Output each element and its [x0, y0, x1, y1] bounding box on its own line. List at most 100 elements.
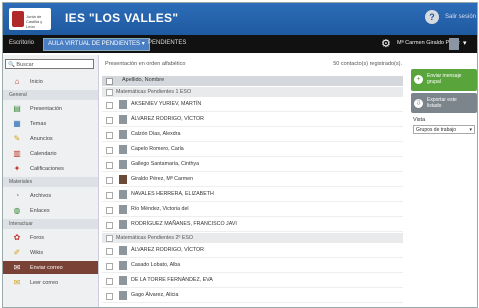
foros-icon: ✿: [13, 233, 21, 242]
sidebar-section-header: Interactuar: [3, 219, 98, 229]
sidebar-item-leer-correo[interactable]: ✉ Leer correo: [3, 276, 98, 289]
sidebar-item-label: Temas: [30, 120, 47, 127]
avatar: [119, 190, 127, 199]
chevron-down-icon[interactable]: ▾: [463, 39, 467, 47]
row-checkbox[interactable]: [106, 207, 113, 214]
logout-link[interactable]: Salir sesión: [445, 14, 476, 20]
site-title: IES "LOS VALLES": [65, 11, 179, 25]
sidebar-item-presentacion[interactable]: ▤ Presentación: [3, 102, 98, 115]
sidebar-item-calendario[interactable]: ▥ Calendario: [3, 147, 98, 160]
top-header: Junta de Castilla y León IES "LOS VALLES…: [3, 3, 477, 35]
contact-name: Calzón Días, Alexdra: [131, 131, 181, 137]
avatar: [119, 130, 127, 139]
table-row[interactable]: Gallego Santamaría, Cinthya: [102, 158, 403, 172]
help-icon[interactable]: ?: [425, 10, 439, 24]
view-select[interactable]: Grupos de trabajo ▾: [413, 125, 475, 134]
export-list-button[interactable]: ⇩ Exportar este listado: [411, 93, 477, 113]
sidebar-item-label: Enlaces: [30, 207, 50, 214]
sidebar-item-wikis[interactable]: ✐ Wikis: [3, 246, 98, 259]
app-frame: Junta de Castilla y León IES "LOS VALLES…: [2, 2, 478, 308]
gear-icon[interactable]: ⚙: [381, 37, 391, 50]
table-row[interactable]: AKSENIEV YURIEV, MARTÍN: [102, 98, 403, 112]
name-column-header[interactable]: Apellido, Nombre: [122, 77, 164, 83]
jcyl-logo: Junta de Castilla y León: [9, 8, 51, 30]
logo-line-2: Castilla y León: [26, 19, 43, 29]
contact-name: Giraldo Pérez, Mª Carmen: [131, 176, 194, 182]
sidebar-section-header: General: [3, 90, 98, 100]
search-placeholder: Buscar: [16, 62, 34, 68]
contact-name: Capelo Romero, Carla: [131, 146, 184, 152]
wikis-icon: ✐: [13, 248, 21, 257]
avatar: [119, 261, 127, 270]
send-group-label: Enviar mensaje grupal: [427, 73, 461, 85]
contact-name: RODRÍGUEZ MAÑANES, FRANCISCO JAVI: [131, 221, 237, 227]
row-checkbox[interactable]: [106, 147, 113, 154]
group-row[interactable]: Matemáticas Pendientes 2º ESO: [102, 233, 403, 243]
sidebar-item-enlaces[interactable]: ◍ Enlaces: [3, 204, 98, 217]
breadcrumb-root[interactable]: Escritorio: [9, 40, 34, 46]
table-row[interactable]: Calzón Días, Alexdra: [102, 128, 403, 142]
select-all-checkbox[interactable]: [106, 78, 113, 85]
row-checkbox[interactable]: [106, 102, 113, 109]
group-checkbox[interactable]: [106, 235, 113, 242]
contact-name: Casado Lobato, Alba: [131, 262, 181, 268]
current-section-dropdown[interactable]: AULA VIRTUAL DE PENDIENTES ▾: [43, 38, 150, 51]
row-checkbox[interactable]: [106, 248, 113, 255]
avatar: [119, 246, 127, 255]
avatar: [119, 175, 127, 184]
table-row[interactable]: ÁLVAREZ RODRIGO, VÍCTOR: [102, 244, 403, 258]
avatar[interactable]: [449, 38, 459, 50]
contact-name: ÁLVAREZ RODRIGO, VÍCTOR: [131, 116, 204, 122]
temas-icon: ▦: [13, 119, 21, 128]
row-checkbox[interactable]: [106, 192, 113, 199]
row-checkbox[interactable]: [106, 263, 113, 270]
row-checkbox[interactable]: [106, 117, 113, 124]
table-row[interactable]: Capelo Romero, Carla: [102, 143, 403, 157]
actions-panel: + Enviar mensaje grupal ⇩ Exportar este …: [409, 55, 477, 307]
contact-name: DE LA TORRE FERNÁNDEZ, EVA: [131, 277, 213, 283]
sidebar-item-anuncios[interactable]: ✎ Anuncios: [3, 132, 98, 145]
group-name: Matemáticas Pendientes 2º ESO: [116, 235, 194, 241]
enlaces-icon: ◍: [13, 206, 21, 215]
search-input[interactable]: 🔍 Buscar: [5, 59, 94, 69]
sidebar-item-inicio[interactable]: ⌂ Inicio: [3, 75, 98, 88]
chevron-down-icon: ▾: [141, 41, 145, 47]
sidebar: 🔍 Buscar ⌂ Inicio General ▤ Presentación ▦ Tem…: [3, 55, 99, 307]
row-checkbox[interactable]: [106, 162, 113, 169]
row-checkbox[interactable]: [106, 132, 113, 139]
group-checkbox[interactable]: [106, 89, 113, 96]
sidebar-item-foros[interactable]: ✿ Foros: [3, 231, 98, 244]
view-label: Vista: [413, 117, 426, 123]
list-order-info: Presentación en orden alfabético: [105, 61, 186, 67]
inicio-icon: ⌂: [14, 77, 20, 86]
table-row[interactable]: Río Méndez, Victoria del: [102, 203, 403, 217]
avatar: [119, 115, 127, 124]
table-row[interactable]: NAVALES HERRERA, ELIZABETH: [102, 188, 403, 202]
jcyl-emblem: [12, 11, 24, 27]
avatar: [119, 291, 127, 300]
sidebar-item-label: Wikis: [30, 249, 44, 256]
row-checkbox[interactable]: [106, 278, 113, 285]
group-row[interactable]: Matemáticas Pendientes 1 ESO: [102, 87, 403, 97]
sidebar-item-archivos[interactable]: ◔ Archivos: [3, 189, 98, 202]
archivos-icon: ◔: [14, 191, 20, 200]
sidebar-item-enviar-correo[interactable]: ✉ Enviar correo: [3, 261, 98, 274]
sidebar-item-label: Leer correo: [30, 279, 59, 286]
row-checkbox[interactable]: [106, 177, 113, 184]
breadcrumb-sub[interactable]: PENDIENTES: [148, 40, 186, 46]
sidebar-item-temas[interactable]: ▦ Temas: [3, 117, 98, 130]
row-checkbox[interactable]: [106, 293, 113, 300]
sidebar-item-label: Inicio: [30, 78, 43, 85]
sidebar-item-calificaciones[interactable]: ✦ Calificaciones: [3, 162, 98, 175]
table-row[interactable]: Giraldo Pérez, Mª Carmen: [102, 173, 403, 187]
row-checkbox[interactable]: [106, 222, 113, 229]
send-group-message-button[interactable]: + Enviar mensaje grupal: [411, 69, 477, 91]
table-row[interactable]: Gago Álvarez, Alicia: [102, 289, 403, 303]
table-row[interactable]: DE LA TORRE FERNÁNDEZ, EVA: [102, 274, 403, 288]
avatar: [119, 145, 127, 154]
navbar: Escritorio AULA VIRTUAL DE PENDIENTES ▾ …: [3, 35, 477, 53]
table-row[interactable]: ÁLVAREZ RODRIGO, VÍCTOR: [102, 113, 403, 127]
export-line-2: listado: [427, 103, 442, 109]
table-row[interactable]: Casado Lobato, Alba: [102, 259, 403, 273]
table-row[interactable]: RODRÍGUEZ MAÑANES, FRANCISCO JAVI: [102, 218, 403, 232]
